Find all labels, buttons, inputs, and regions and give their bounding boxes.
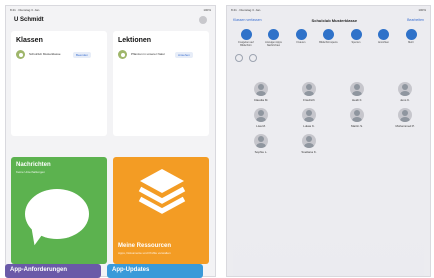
select-none-checkbox[interactable] xyxy=(249,53,257,62)
tool-share-screen[interactable]: Freigeben auf Bildschirm xyxy=(235,29,257,48)
right-ipad-screen: 8:41 · Dienstag 3. Jan. 100% Klassen ver… xyxy=(226,5,431,277)
avatar-icon xyxy=(302,107,316,122)
avatar-icon xyxy=(350,107,364,122)
bottom-fade xyxy=(233,206,424,276)
class-header: Klassen verfassen Schulclub Musterklasse… xyxy=(227,13,430,25)
status-time: 8:41 · Dienstag 3. Jan. xyxy=(231,7,262,12)
messages-tile[interactable]: Nachrichten Keine Unterhaltungen xyxy=(11,157,107,264)
avatar-icon xyxy=(398,107,412,122)
student-name: Lukas K. xyxy=(303,123,315,128)
tool-more[interactable]: Mehr xyxy=(400,29,422,48)
padlock-icon xyxy=(350,29,362,40)
students-grid: Claudia M. Friedrich Heidi F. Jens K. Li… xyxy=(227,62,430,154)
header: U Schmidt xyxy=(6,13,215,25)
apps-icon xyxy=(268,29,279,40)
app-updates-tile[interactable]: App-Updates xyxy=(107,264,203,278)
tool-label: Fixieren xyxy=(296,41,306,44)
classes-title: Klassen xyxy=(16,37,43,44)
tool-label: Ansichten xyxy=(378,41,389,44)
page-title: U Schmidt xyxy=(14,17,44,23)
student-name: Martin S. xyxy=(350,123,363,128)
lesson-name: Pflanzen in unserer Natur xyxy=(131,51,166,56)
status-bar: 8:41 · Dienstag 3. Jan. 100% xyxy=(6,6,215,13)
layers-icon xyxy=(138,169,186,214)
tool-label: Mehr xyxy=(408,41,414,44)
view-lesson-button[interactable]: Ansehen xyxy=(175,51,193,58)
view-icon xyxy=(378,29,389,40)
tool-view[interactable]: Ansichten xyxy=(373,29,395,48)
tool-screen-lock[interactable]: Bildschirmsperre xyxy=(318,29,340,48)
student-name: Sophie L. xyxy=(254,149,268,154)
end-class-button[interactable]: Beenden xyxy=(73,51,92,58)
battery-indicator: 100% xyxy=(418,7,426,12)
tool-padlock[interactable]: Sperren xyxy=(345,29,367,48)
feature-tiles: Nachrichten Keine Unterhaltungen Meine R… xyxy=(11,157,211,264)
student-name: Mohammed P. xyxy=(395,123,415,128)
avatar-icon xyxy=(350,81,364,96)
student-name: Jens K. xyxy=(399,97,410,102)
class-toolbar: Freigeben auf Bildschirm Anzeigen Apps N… xyxy=(227,25,430,48)
bottom-tiles: App-Anforderungen App-Updates xyxy=(5,264,203,278)
screen-icon xyxy=(240,29,252,40)
student-item[interactable]: Mohammed P. xyxy=(385,107,425,128)
student-name: Friedrich xyxy=(303,97,315,102)
tool-lock[interactable]: Fixieren xyxy=(290,29,312,48)
chat-bubble-icon xyxy=(25,189,89,239)
battery-indicator: 100% xyxy=(203,7,211,12)
left-ipad-screen: 8:41 · Dienstag 3. Jan. 100% U Schmidt K… xyxy=(5,5,216,277)
selection-row xyxy=(227,48,430,62)
student-name: Svetlana K. xyxy=(301,149,317,154)
avatar-icon xyxy=(254,133,268,148)
class-icon xyxy=(16,50,25,59)
class-title: Schulclub Musterklasse xyxy=(311,17,358,23)
student-item[interactable]: Jens K. xyxy=(385,81,425,102)
lesson-icon xyxy=(118,50,127,59)
student-item[interactable]: Martin S. xyxy=(337,107,377,128)
my-resources-tile[interactable]: Meine Ressourcen Apps, Dokumente und Pro… xyxy=(113,157,209,264)
profile-icon[interactable] xyxy=(199,16,207,24)
student-name: Heidi F. xyxy=(351,97,362,102)
status-bar: 8:41 · Dienstag 3. Jan. 100% xyxy=(227,6,430,13)
tool-label: Freigeben auf Bildschirm xyxy=(238,41,254,47)
student-item[interactable]: Svetlana K. xyxy=(289,133,329,154)
more-icon xyxy=(405,29,417,40)
lessons-card[interactable]: Lektionen Pflanzen in unserer Natur Anse… xyxy=(113,31,209,136)
tool-label: Sperren xyxy=(351,41,361,44)
avatar-icon xyxy=(302,81,316,96)
my-resources-title: Meine Ressourcen xyxy=(118,243,172,249)
select-all-checkbox[interactable] xyxy=(235,53,243,62)
class-name: Schulclub Musterklasse xyxy=(29,51,61,56)
messages-subtitle: Keine Unterhaltungen xyxy=(16,170,46,174)
edit-button[interactable]: Bearbeiten xyxy=(407,18,424,22)
lock-icon xyxy=(295,29,307,40)
avatar-icon xyxy=(254,107,268,122)
back-button[interactable]: Klassen verfassen xyxy=(233,18,262,22)
lesson-item[interactable]: Pflanzen in unserer Natur Ansehen xyxy=(118,50,204,59)
screen-lock-icon xyxy=(323,29,334,40)
student-item[interactable]: Sophie L. xyxy=(241,133,281,154)
tool-label: Anzeigen Apps Nachrichten xyxy=(265,41,282,47)
student-name: Claudia M. xyxy=(253,97,269,102)
student-item[interactable]: Heidi F. xyxy=(337,81,377,102)
tool-label: Bildschirmsperre xyxy=(319,41,338,44)
avatar-icon xyxy=(398,81,412,96)
classes-card[interactable]: Klassen Schulclub Musterklasse Beenden xyxy=(11,31,107,136)
student-name: Lisa M. xyxy=(256,123,266,128)
student-item[interactable]: Lukas K. xyxy=(289,107,329,128)
app-requests-tile[interactable]: App-Anforderungen xyxy=(5,264,101,278)
student-item[interactable]: Claudia M. xyxy=(241,81,281,102)
student-item[interactable]: Friedrich xyxy=(289,81,329,102)
messages-title: Nachrichten xyxy=(16,162,51,168)
my-resources-subtitle: Apps, Dokumente und Profile verwalten xyxy=(118,251,171,255)
avatar-icon xyxy=(302,133,316,148)
overview-cards: Klassen Schulclub Musterklasse Beenden L… xyxy=(6,25,215,136)
avatar-icon xyxy=(254,81,268,96)
status-time: 8:41 · Dienstag 3. Jan. xyxy=(10,7,41,12)
lessons-title: Lektionen xyxy=(118,37,152,44)
class-item[interactable]: Schulclub Musterklasse Beenden xyxy=(16,50,102,59)
tool-apps[interactable]: Anzeigen Apps Nachrichten xyxy=(263,29,285,48)
student-item[interactable]: Lisa M. xyxy=(241,107,281,128)
